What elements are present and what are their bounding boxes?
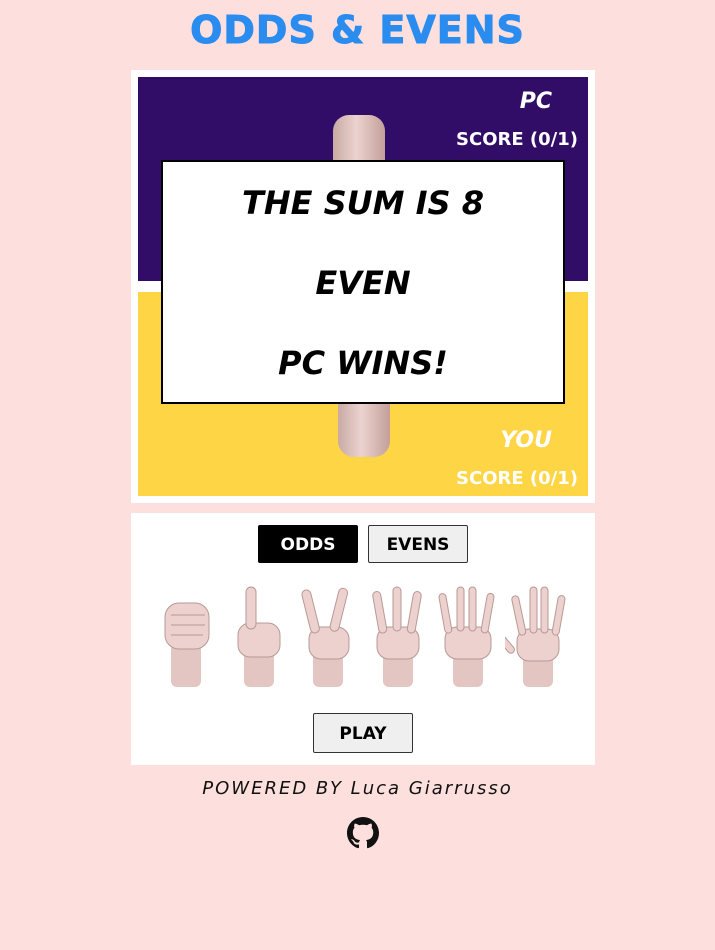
result-dialog: THE SUM IS 8 EVEN PC WINS! bbox=[161, 160, 565, 404]
five-fingers-hand-icon[interactable] bbox=[505, 583, 567, 687]
pc-label: PC bbox=[519, 89, 552, 114]
pc-score: SCORE (0/1) bbox=[456, 129, 578, 150]
game-page: ODDS & EVENS PC SCORE (0/1) YOU SCORE (0… bbox=[0, 0, 715, 950]
one-finger-hand-icon[interactable] bbox=[228, 583, 290, 687]
three-fingers-hand-icon[interactable] bbox=[367, 583, 429, 687]
controls-panel: ODDS EVENS PLAY bbox=[131, 513, 595, 765]
fist-hand-icon[interactable] bbox=[157, 583, 219, 687]
evens-button[interactable]: EVENS bbox=[368, 525, 468, 563]
player-label: YOU bbox=[500, 428, 552, 453]
game-title: ODDS & EVENS bbox=[190, 8, 525, 53]
github-icon[interactable] bbox=[347, 817, 379, 849]
parity-text: EVEN bbox=[315, 264, 411, 302]
sum-text: THE SUM IS 8 bbox=[242, 184, 484, 222]
odds-button[interactable]: ODDS bbox=[258, 525, 358, 563]
play-button[interactable]: PLAY bbox=[313, 713, 413, 753]
winner-text: PC WINS! bbox=[278, 344, 448, 382]
powered-by-text: POWERED BY Luca Giarrusso bbox=[202, 778, 513, 799]
player-score: SCORE (0/1) bbox=[456, 468, 578, 489]
four-fingers-hand-icon[interactable] bbox=[437, 583, 499, 687]
two-fingers-hand-icon[interactable] bbox=[297, 583, 359, 687]
